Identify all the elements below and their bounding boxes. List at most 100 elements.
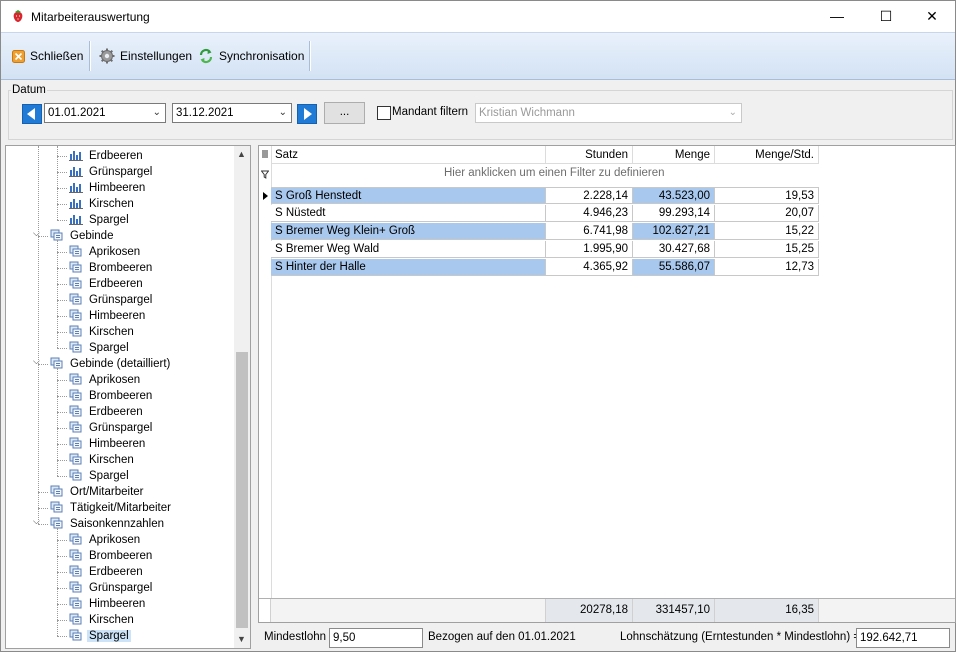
table-row[interactable]: S Bremer Weg Klein+ Groß 6.741,98 102.627,… bbox=[271, 223, 819, 240]
next-period-button[interactable] bbox=[297, 104, 317, 124]
cell-menge[interactable]: 43.523,00 bbox=[633, 187, 715, 204]
cell-menge-std[interactable]: 12,73 bbox=[715, 259, 819, 276]
column-header-menge-std[interactable]: Menge/Std. bbox=[715, 146, 819, 164]
report-tree[interactable]: Erdbeeren Grünspargel Himbeeren Kirschen Spa… bbox=[5, 145, 251, 649]
tree-item[interactable]: Aprikosen bbox=[69, 532, 142, 548]
cell-stunden[interactable]: 4.365,92 bbox=[546, 259, 633, 276]
table-row[interactable]: S Groß Henstedt 2.228,14 43.523,00 19,53 bbox=[271, 187, 819, 204]
scroll-thumb[interactable] bbox=[236, 352, 248, 628]
tree-connector bbox=[57, 556, 67, 557]
cell-menge[interactable]: 99.293,14 bbox=[633, 205, 715, 222]
tree-item[interactable]: Brombeeren bbox=[69, 548, 154, 564]
tree-item-label: Gebinde (detailliert) bbox=[70, 358, 171, 370]
table-row[interactable]: S Bremer Weg Wald 1.995,90 30.427,68 15,25 bbox=[271, 241, 819, 258]
cell-stunden[interactable]: 1.995,90 bbox=[546, 241, 633, 258]
mindestlohn-input[interactable]: 9,50 bbox=[329, 628, 423, 648]
cell-satz[interactable]: S Hinter der Halle bbox=[271, 259, 546, 276]
tree-item[interactable]: Grünspargel bbox=[69, 580, 154, 596]
tree-item[interactable]: Erdbeeren bbox=[69, 276, 145, 292]
cell-stunden[interactable]: 4.946,23 bbox=[546, 205, 633, 222]
scroll-down-icon[interactable]: ▼ bbox=[237, 634, 246, 644]
tree-item[interactable]: Aprikosen bbox=[69, 372, 142, 388]
cell-menge-std[interactable]: 15,25 bbox=[715, 241, 819, 258]
cell-satz[interactable]: S Groß Henstedt bbox=[271, 187, 546, 204]
mandant-filter-checkbox[interactable] bbox=[377, 106, 391, 120]
tree-item[interactable]: Erdbeeren bbox=[69, 564, 145, 580]
more-options-button[interactable]: ... bbox=[324, 102, 365, 124]
cell-menge[interactable]: 30.427,68 bbox=[633, 241, 715, 258]
cell-menge[interactable]: 55.586,07 bbox=[633, 259, 715, 276]
tree-item[interactable]: Grünspargel bbox=[69, 292, 154, 308]
cell-menge-std[interactable]: 19,53 bbox=[715, 187, 819, 204]
tree-item[interactable]: Kirschen bbox=[69, 452, 136, 468]
close-window-button[interactable]: ✕ bbox=[909, 1, 955, 32]
cell-satz[interactable]: S Nüstedt bbox=[271, 205, 546, 222]
table-row[interactable]: S Nüstedt 4.946,23 99.293,14 20,07 bbox=[271, 205, 819, 222]
date-from-field[interactable]: 01.01.2021 ⌄ bbox=[44, 103, 166, 123]
tree-item[interactable]: Brombeeren bbox=[69, 388, 154, 404]
close-button[interactable]: Schließen bbox=[12, 47, 83, 65]
tree-item[interactable]: Erdbeeren bbox=[69, 148, 145, 164]
current-row-indicator-icon bbox=[263, 192, 268, 200]
table-row[interactable]: S Hinter der Halle 4.365,92 55.586,07 12,73 bbox=[271, 259, 819, 276]
tree-item[interactable]: Himbeeren bbox=[69, 180, 147, 196]
column-header-satz[interactable]: Satz bbox=[271, 146, 546, 164]
sync-button[interactable]: Synchronisation bbox=[198, 47, 304, 65]
tree-item[interactable]: Himbeeren bbox=[69, 308, 147, 324]
tree-item[interactable]: Kirschen bbox=[69, 324, 136, 340]
column-header-stunden[interactable]: Stunden bbox=[546, 146, 633, 164]
totals-row: 20278,18 331457,10 16,35 bbox=[259, 598, 955, 622]
column-header-menge[interactable]: Menge bbox=[633, 146, 715, 164]
report-icon bbox=[69, 309, 82, 321]
tree-item[interactable]: Brombeeren bbox=[69, 260, 154, 276]
tree-item[interactable]: Kirschen bbox=[69, 612, 136, 628]
close-button-label: Schließen bbox=[30, 49, 84, 63]
tree-item[interactable]: Gebinde bbox=[50, 228, 115, 244]
date-to-field[interactable]: 31.12.2021 ⌄ bbox=[172, 103, 292, 123]
tree-item[interactable]: Saisonkennzahlen bbox=[50, 516, 166, 532]
tree-item[interactable]: Grünspargel bbox=[69, 420, 154, 436]
tree-item-label: Brombeeren bbox=[89, 390, 153, 402]
report-icon bbox=[69, 453, 82, 465]
tree-item[interactable]: Ort/Mitarbeiter bbox=[50, 484, 146, 500]
mandant-filter-label[interactable]: Mandant filtern bbox=[392, 106, 468, 118]
previous-period-button[interactable] bbox=[22, 104, 42, 124]
cell-satz[interactable]: S Bremer Weg Klein+ Groß bbox=[271, 223, 546, 240]
tree-item[interactable]: Spargel bbox=[69, 468, 131, 484]
tree-item-label: Grünspargel bbox=[89, 422, 153, 434]
settings-button[interactable]: Einstellungen bbox=[99, 47, 192, 65]
minimize-button[interactable]: — bbox=[814, 1, 860, 32]
cell-menge[interactable]: 102.627,21 bbox=[633, 223, 715, 240]
column-chooser-icon[interactable] bbox=[261, 150, 269, 159]
report-icon bbox=[69, 421, 82, 433]
maximize-button[interactable]: ☐ bbox=[863, 1, 909, 32]
tree-item[interactable]: Spargel bbox=[69, 340, 131, 356]
tree-item[interactable]: Kirschen bbox=[69, 196, 136, 212]
tree-item[interactable]: Himbeeren bbox=[69, 436, 147, 452]
cell-stunden[interactable]: 2.228,14 bbox=[546, 187, 633, 204]
tree-item[interactable]: Erdbeeren bbox=[69, 404, 145, 420]
tree-item-label: Erdbeeren bbox=[89, 406, 143, 418]
scroll-up-icon[interactable]: ▲ bbox=[237, 149, 246, 159]
report-icon bbox=[69, 389, 82, 401]
filter-row[interactable]: Hier anklicken um einen Filter zu defini… bbox=[259, 164, 819, 182]
tree-item-label: Erdbeeren bbox=[89, 566, 143, 578]
tree-item[interactable]: Spargel bbox=[69, 628, 131, 644]
tree-item[interactable]: Grünspargel bbox=[69, 164, 154, 180]
filter-hint[interactable]: Hier anklicken um einen Filter zu defini… bbox=[444, 164, 665, 182]
cell-satz[interactable]: S Bremer Weg Wald bbox=[271, 241, 546, 258]
cell-menge-std[interactable]: 20,07 bbox=[715, 205, 819, 222]
tree-item[interactable]: Spargel bbox=[69, 212, 131, 228]
report-icon bbox=[69, 277, 82, 289]
chevron-down-icon[interactable]: ⌄ bbox=[279, 104, 287, 122]
data-grid[interactable]: Satz Stunden Menge Menge/Std. Hier ankli… bbox=[258, 145, 956, 623]
tree-item[interactable]: Aprikosen bbox=[69, 244, 142, 260]
tree-item[interactable]: Tätigkeit/Mitarbeiter bbox=[50, 500, 173, 516]
chevron-down-icon[interactable]: ⌄ bbox=[153, 104, 161, 122]
cell-stunden[interactable]: 6.741,98 bbox=[546, 223, 633, 240]
tree-item[interactable]: Gebinde (detailliert) bbox=[50, 356, 172, 372]
tree-item[interactable]: Himbeeren bbox=[69, 596, 147, 612]
tree-item-label: Grünspargel bbox=[89, 582, 153, 594]
tree-scrollbar[interactable]: ▲ ▼ bbox=[234, 146, 250, 648]
cell-menge-std[interactable]: 15,22 bbox=[715, 223, 819, 240]
